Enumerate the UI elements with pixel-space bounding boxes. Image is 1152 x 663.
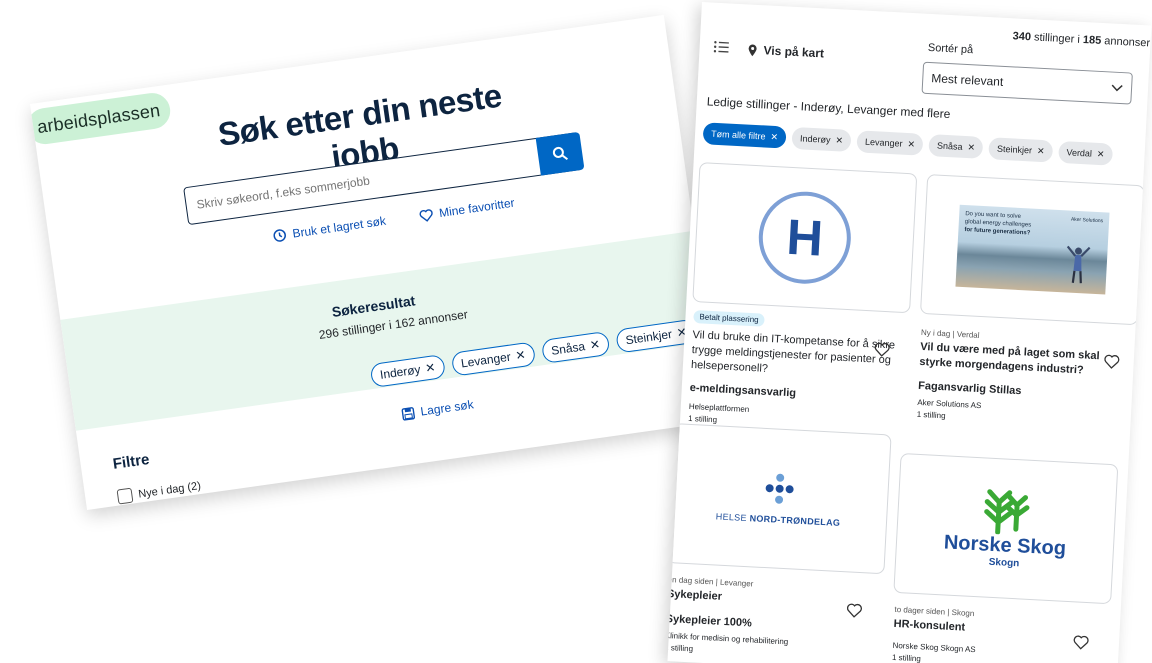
job-card-image-helseplattformen[interactable]: H <box>692 162 918 314</box>
arbeidsplassen-logo[interactable]: arbeidsplassen <box>30 90 173 147</box>
heart-icon[interactable] <box>1073 634 1090 650</box>
heart-icon <box>419 208 433 222</box>
chip-label: Steinkjer <box>996 143 1033 156</box>
aker-ad-image: Do you want to solve global energy chall… <box>955 204 1110 295</box>
job-title-link[interactable]: Vil du være med på laget som skal styrke… <box>919 340 1110 380</box>
logo-letter: H <box>785 209 824 267</box>
location-heading: Ledige stillinger - Inderøy, Levanger me… <box>706 94 951 122</box>
filter-new-today-label: Nye i dag (2) <box>137 479 202 501</box>
norske-skog-logo: Norske Skog Skogn <box>943 485 1069 571</box>
sort-value: Mest relevant <box>930 71 1004 89</box>
count-end-text: annonser <box>1103 35 1151 50</box>
heart-icon[interactable] <box>846 602 863 618</box>
chip-label: Snåsa <box>936 140 963 152</box>
heart-icon[interactable] <box>874 341 891 357</box>
results-count: 340 stillinger i 185 annonser <box>1012 30 1150 49</box>
paid-placement-badge: Betalt plassering <box>693 309 765 327</box>
saved-search-label: Bruk et lagret søk <box>291 213 387 241</box>
dots-mark <box>765 473 794 504</box>
chevron-down-icon <box>1111 84 1123 92</box>
clear-all-filters-chip[interactable]: Tøm alle filtre ✕ <box>702 122 787 149</box>
close-icon: ✕ <box>514 347 527 363</box>
sort-label: Sortér på <box>927 41 974 57</box>
logo-text: Skogn <box>988 556 1020 570</box>
chip-label: Snåsa <box>550 339 586 358</box>
chip-label: Tøm alle filtre <box>710 128 766 142</box>
floppy-disk-icon <box>401 406 415 421</box>
helseplattformen-logo: H <box>758 191 851 284</box>
filters-heading: Filtre <box>111 450 151 473</box>
job-role: e-meldingsansvarlig <box>689 381 797 400</box>
chip-levanger[interactable]: Levanger ✕ <box>856 130 924 156</box>
chip-label: Verdal <box>1066 147 1093 159</box>
aker-brand: Aker Solutions <box>1070 216 1104 225</box>
close-icon: ✕ <box>1096 148 1105 159</box>
clock-icon <box>273 229 286 242</box>
job-card-image-norske-skog[interactable]: Norske Skog Skogn <box>893 453 1119 605</box>
location-pin-icon <box>748 44 757 56</box>
tree-mark <box>984 489 1030 535</box>
job-role: Sykepleier 100% <box>667 612 753 630</box>
job-title-link[interactable]: Vil du bruke din IT-kompetanse for å sik… <box>691 328 898 383</box>
active-filter-chips: Tøm alle filtre ✕ Inderøy ✕ Levanger ✕ Snås… <box>702 122 1114 166</box>
results-page-panel: Vis på kart 340 stillinger i 185 annonse… <box>667 2 1152 663</box>
close-icon: ✕ <box>967 141 976 152</box>
ads-count: 185 <box>1082 33 1102 47</box>
helse-nt-logo: HELSE NORD-TRØNDELAG <box>715 469 843 528</box>
show-on-map-link[interactable]: Vis på kart <box>747 42 824 60</box>
saved-search-link[interactable]: Bruk et lagret søk <box>272 214 387 244</box>
close-icon: ✕ <box>770 131 779 142</box>
job-title-link[interactable]: Sykepleier <box>667 587 722 605</box>
logo-text: arbeidsplassen <box>35 99 162 137</box>
employer-name: Norske Skog Skogn AS <box>892 640 976 655</box>
positions-count: 1 stilling <box>916 409 946 421</box>
job-card-image-helse-nord-trondelag[interactable]: HELSE NORD-TRØNDELAG <box>667 423 892 575</box>
posting-meta: en dag siden | Levanger <box>667 575 754 589</box>
chip-label: Inderøy <box>799 133 831 145</box>
chip-label: Steinkjer <box>624 326 673 348</box>
heart-icon[interactable] <box>1103 354 1120 370</box>
save-search-label: Lagre søk <box>419 397 475 419</box>
search-page-panel: arbeidsplassen Søk etter din neste jobb … <box>30 14 721 511</box>
person-silhouette <box>1066 245 1091 284</box>
positions-count: 1 stilling <box>667 643 694 654</box>
posting-meta: to dager siden | Skogn <box>894 604 975 619</box>
search-icon <box>552 146 569 161</box>
chip-label: Levanger <box>864 136 903 149</box>
job-title-link[interactable]: HR-konsulent <box>893 617 965 636</box>
logo-text: NORD-TRØNDELAG <box>749 513 841 528</box>
close-icon: ✕ <box>1036 145 1045 156</box>
logo-text: Norske Skog <box>943 531 1067 560</box>
positions-count: 1 stilling <box>687 413 718 425</box>
search-button[interactable] <box>535 131 585 176</box>
chip-verdal[interactable]: Verdal ✕ <box>1057 140 1114 166</box>
sort-select[interactable]: Mest relevant <box>921 61 1133 105</box>
close-icon: ✕ <box>588 337 601 353</box>
employer-name: Helseplattformen <box>688 401 750 415</box>
chip-label: Levanger <box>460 349 512 371</box>
checkbox[interactable] <box>116 487 134 505</box>
chip-snasa[interactable]: Snåsa ✕ <box>928 134 984 159</box>
chip-inderoy[interactable]: Inderøy ✕ <box>791 126 852 152</box>
positions-count: 340 <box>1012 30 1032 44</box>
count-mid-text: stillinger i <box>1033 31 1081 46</box>
job-role: Fagansvarlig Stillas <box>917 379 1022 398</box>
close-icon: ✕ <box>835 134 844 146</box>
close-icon: ✕ <box>907 138 916 149</box>
show-on-map-label: Vis på kart <box>763 43 825 61</box>
filter-new-today[interactable]: Nye i dag (2) <box>116 478 202 505</box>
chip-label: Inderøy <box>379 362 422 382</box>
close-icon: ✕ <box>424 360 437 376</box>
list-icon[interactable] <box>713 41 730 54</box>
job-card-image-aker[interactable]: Do you want to solve global energy chall… <box>919 174 1146 326</box>
logo-text: HELSE <box>715 511 750 524</box>
positions-count: 1 stilling <box>891 652 922 663</box>
save-search-button[interactable]: Lagre søk <box>401 397 475 421</box>
posting-meta: Ny i dag | Verdal <box>920 327 980 340</box>
favorites-label: Mine favoritter <box>438 195 516 221</box>
favorites-link[interactable]: Mine favoritter <box>418 196 515 223</box>
employer-name: Aker Solutions AS <box>917 397 982 411</box>
chip-steinkjer[interactable]: Steinkjer ✕ <box>988 137 1054 163</box>
